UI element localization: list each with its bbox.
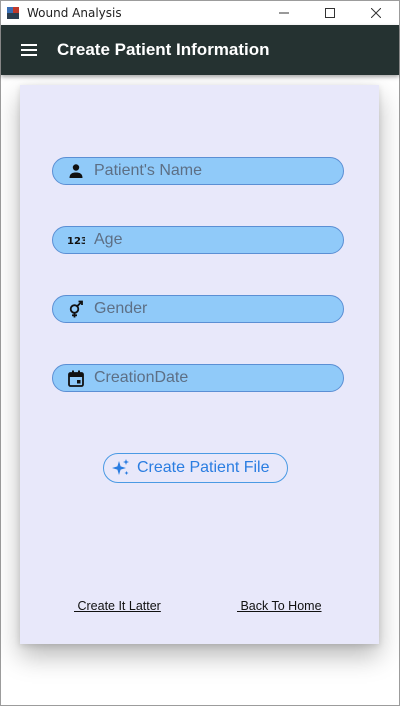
menu-icon xyxy=(21,44,37,56)
close-button[interactable] xyxy=(353,1,399,25)
person-icon xyxy=(67,162,85,180)
maximize-button[interactable] xyxy=(307,1,353,25)
patient-name-input[interactable] xyxy=(94,159,343,183)
age-field[interactable]: 123 xyxy=(52,226,344,254)
age-input[interactable] xyxy=(94,228,343,252)
window-titlebar[interactable]: Wound Analysis xyxy=(1,1,399,25)
creation-date-field[interactable] xyxy=(52,364,344,392)
menu-button[interactable] xyxy=(18,39,40,61)
minimize-icon xyxy=(279,12,289,14)
maximize-icon xyxy=(325,8,335,18)
gender-icon xyxy=(67,300,85,318)
svg-text:123: 123 xyxy=(67,236,85,246)
create-later-link[interactable]: Create It Latter xyxy=(74,599,160,613)
window-controls xyxy=(261,1,399,25)
close-icon xyxy=(371,8,381,18)
numbers-123-icon: 123 xyxy=(67,231,85,249)
app-logo-icon xyxy=(7,6,21,20)
calendar-icon xyxy=(67,369,85,387)
window-title: Wound Analysis xyxy=(27,6,122,20)
gender-field[interactable] xyxy=(52,295,344,323)
create-patient-file-label: Create Patient File xyxy=(137,459,270,476)
patient-form-card: 123 xyxy=(20,85,379,644)
sparkle-icon xyxy=(111,458,131,478)
create-patient-file-button[interactable]: Create Patient File xyxy=(103,453,288,483)
page-title: Create Patient Information xyxy=(57,40,270,59)
gender-input[interactable] xyxy=(94,297,343,321)
app-bar: Create Patient Information xyxy=(1,25,399,75)
patient-name-field[interactable] xyxy=(52,157,344,185)
creation-date-input[interactable] xyxy=(94,366,343,390)
back-to-home-link[interactable]: Back To Home xyxy=(237,599,321,613)
minimize-button[interactable] xyxy=(261,1,307,25)
